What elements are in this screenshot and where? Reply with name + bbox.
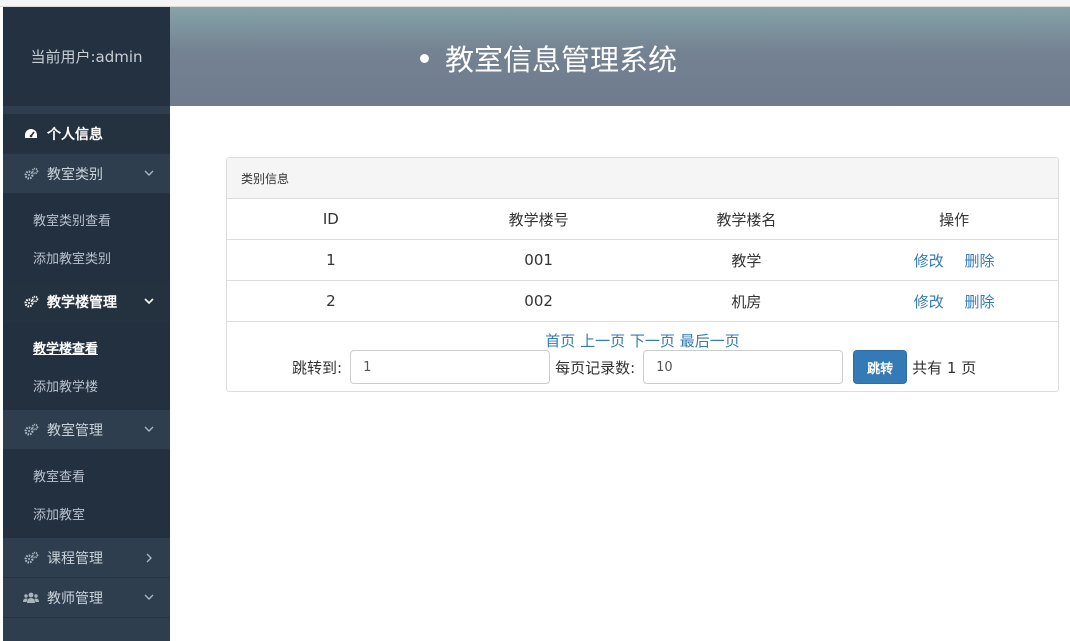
page-title-text: 教室信息管理系统 [445,43,678,77]
sidebar-item-building-management[interactable]: 教学楼管理 [3,282,170,322]
dashboard-icon [22,127,40,141]
next-page-link[interactable]: 下一页 [630,332,675,350]
chevron-down-icon [144,297,154,307]
submenu-item-add-building[interactable]: 添加教学楼 [3,366,170,404]
window-top-border [0,0,1070,7]
sidebar-menu: 个人信息 教室类别 教室类别查看 添加教室类别 教学楼管理 教学楼查看 添加教学… [3,114,170,618]
chevron-down-icon [144,425,154,435]
bullet-icon [420,53,429,63]
building-table: ID 教学楼号 教学楼名 操作 1 001 教学 修改 删除 2 002 机房 [227,199,1058,322]
column-header-actions: 操作 [850,199,1058,240]
submenu-item-view-building[interactable]: 教学楼查看 [3,328,170,366]
delete-link[interactable]: 删除 [965,293,995,311]
submenu-item-add-classroom[interactable]: 添加教室 [3,494,170,532]
sidebar-item-personal-info[interactable]: 个人信息 [3,114,170,154]
current-user: 当前用户:admin [3,7,170,106]
jump-controls: 跳转到: 每页记录数: 跳转 共有 1 页 [292,350,976,384]
jump-button[interactable]: 跳转 [853,350,908,384]
cell-name: 教学 [642,239,851,281]
table-row: 1 001 教学 修改 删除 [227,239,1058,281]
header: 教室信息管理系统 [170,7,1070,106]
jump-label: 跳转到: [292,358,343,377]
sidebar-item-label: 课程管理 [47,550,103,567]
submenu-building-management: 教学楼查看 添加教学楼 [3,322,170,410]
gears-icon [22,295,40,309]
cell-actions: 修改 删除 [850,280,1058,322]
cell-id: 1 [227,239,435,281]
sidebar-item-label: 教室类别 [47,166,103,183]
table-row: 2 002 机房 修改 删除 [227,280,1058,322]
submenu-classroom-management: 教室查看 添加教室 [3,450,170,538]
users-icon [22,591,40,605]
first-page-link[interactable]: 首页 [545,332,575,350]
column-header-id: ID [227,199,435,240]
submenu-classroom-category: 教室类别查看 添加教室类别 [3,194,170,282]
column-header-name: 教学楼名 [642,199,851,240]
table-header-row: ID 教学楼号 教学楼名 操作 [227,199,1058,240]
sidebar-item-classroom-category[interactable]: 教室类别 [3,154,170,194]
sidebar-item-label: 教学楼管理 [47,294,117,311]
cell-name: 机房 [642,280,851,322]
sidebar-item-teacher-management[interactable]: 教师管理 [3,578,170,618]
sidebar-item-label: 教师管理 [47,590,103,607]
cell-actions: 修改 删除 [850,239,1058,281]
column-header-number: 教学楼号 [434,199,643,240]
per-page-input[interactable] [643,350,844,384]
sidebar-item-label: 教室管理 [47,422,103,439]
gears-icon [22,167,40,181]
prev-page-link[interactable]: 上一页 [580,332,625,350]
chevron-right-icon [144,553,154,563]
sidebar: 当前用户:admin 个人信息 教室类别 教室类别查看 添加教室类别 教学楼管理 [3,7,170,641]
chevron-down-icon [144,169,154,179]
submenu-item-view-category[interactable]: 教室类别查看 [3,200,170,238]
delete-link[interactable]: 删除 [965,252,995,270]
pagination-links: 首页 上一页 下一页 最后一页 [227,330,1058,351]
last-page-link[interactable]: 最后一页 [680,332,740,350]
jump-page-input[interactable] [350,350,551,384]
edit-link[interactable]: 修改 [914,252,944,270]
page-title: 教室信息管理系统 [420,37,677,79]
sidebar-item-label: 个人信息 [47,126,103,143]
edit-link[interactable]: 修改 [914,293,944,311]
panel-heading: 类别信息 [227,158,1058,199]
gears-icon [22,423,40,437]
cell-number: 001 [434,239,643,281]
submenu-item-view-classroom[interactable]: 教室查看 [3,456,170,494]
category-panel: 类别信息 ID 教学楼号 教学楼名 操作 1 001 教学 修改 删除 2 00… [226,157,1059,392]
sidebar-item-classroom-management[interactable]: 教室管理 [3,410,170,450]
chevron-down-icon [144,593,154,603]
submenu-item-add-category[interactable]: 添加教室类别 [3,238,170,276]
per-page-label: 每页记录数: [555,358,636,377]
gears-icon [22,551,40,565]
cell-number: 002 [434,280,643,322]
sidebar-item-course-management[interactable]: 课程管理 [3,538,170,578]
cell-id: 2 [227,280,435,322]
total-pages: 共有 1 页 [912,358,977,377]
